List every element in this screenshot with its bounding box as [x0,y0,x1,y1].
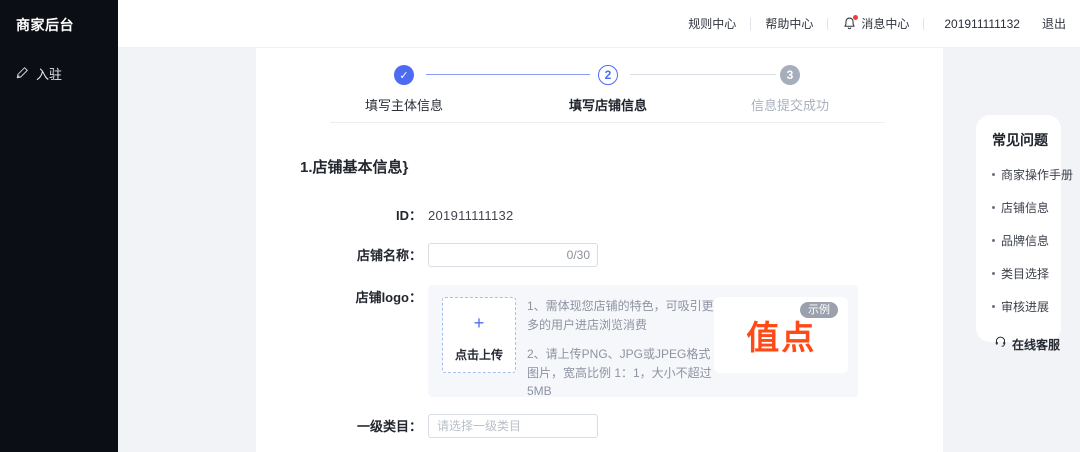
id-value: 201911111132 [428,203,514,229]
form-row-id: ID： 201911111132 [256,203,943,229]
category-input-wrap [428,414,598,438]
nav-separator [923,18,924,30]
headset-icon [994,335,1007,353]
faq-item-category[interactable]: 类目选择 [992,265,1049,282]
faq-title: 常见问题 [992,130,1049,150]
faq-item-label: 店铺信息 [1001,199,1049,216]
content-column: 规则中心 帮助中心 消息中心 201911111132 退出 ✓ [118,0,1080,452]
nav-separator [827,18,828,30]
step-3-label: 信息提交成功 [725,95,855,114]
logo-example-card: 值点 示例 [714,297,848,373]
step-2-number: 2 [598,65,618,85]
bullet-dot-icon [992,305,995,308]
left-sidebar: 商家后台 入驻 [0,0,118,452]
section-title: 1.店铺基本信息} [300,156,943,177]
step-2-label: 填写店铺信息 [543,95,673,114]
nav-message-center[interactable]: 消息中心 [842,15,909,32]
pen-icon [16,66,29,82]
logo-tip-2: 2、请上传PNG、JPG或JPEG格式图片，宽高比例 1：1，大小不超过5MB [527,345,714,401]
shop-name-input-wrap: 0/30 [428,243,598,267]
sidebar-item-label: 入驻 [36,64,62,83]
faq-item-label: 品牌信息 [1001,232,1049,249]
shop-info-form: ID： 201911111132 店铺名称： 0/30 店铺logo： [256,203,943,440]
logo-label: 店铺logo： [256,285,422,311]
progress-stepper: ✓ 2 3 填写主体信息 填写店铺信息 信息提交成功 [256,48,943,122]
form-row-category: 一级类目： [256,414,943,440]
category-select-input[interactable] [428,414,598,438]
notification-dot [853,15,858,20]
bullet-dot-icon [992,272,995,275]
bullet-dot-icon [992,206,995,209]
online-service-label: 在线客服 [1012,336,1060,353]
online-service-button[interactable]: 在线客服 [994,335,1049,353]
faq-panel: 常见问题 商家操作手册 店铺信息 品牌信息 类目选择 审核进展 [976,115,1061,342]
sidebar-item-entry[interactable]: 入驻 [0,53,118,94]
form-row-shop-name: 店铺名称： 0/30 [256,243,943,269]
faq-item-shop-info[interactable]: 店铺信息 [992,199,1049,216]
bullet-dot-icon [992,239,995,242]
id-label: ID： [256,203,422,229]
account-id[interactable]: 201911111132 [944,17,1020,31]
step-3-number: 3 [780,65,800,85]
step-1-check-icon: ✓ [394,65,414,85]
nav-rules-center[interactable]: 规则中心 [688,15,736,32]
faq-item-label: 审核进展 [1001,298,1049,315]
upload-button[interactable]: + 点击上传 [442,297,516,373]
nav-separator [750,18,751,30]
logo-tip-1: 1、需体现您店铺的特色，可吸引更多的用户进店浏览消费 [527,297,714,334]
nav-message-center-label: 消息中心 [861,15,909,32]
step-connector-pending [630,74,776,75]
form-row-logo: 店铺logo： + 点击上传 1、需体现您店铺的特色，可吸引更多的用户进店浏览消… [256,285,943,397]
faq-item-brand-info[interactable]: 品牌信息 [992,232,1049,249]
bullet-dot-icon [992,173,995,176]
nav-help-center[interactable]: 帮助中心 [765,15,813,32]
char-counter: 0/30 [567,243,590,267]
page-background: ✓ 2 3 填写主体信息 填写店铺信息 信息提交成功 1.店铺基本信息} ID：… [118,48,1080,452]
logout-link[interactable]: 退出 [1042,15,1066,32]
main-form-card: ✓ 2 3 填写主体信息 填写店铺信息 信息提交成功 1.店铺基本信息} ID：… [256,48,943,452]
logo-upload-panel: + 点击上传 1、需体现您店铺的特色，可吸引更多的用户进店浏览消费 2、请上传P… [428,285,858,397]
example-brand-logo: 值点 [746,311,816,359]
top-bar: 规则中心 帮助中心 消息中心 201911111132 退出 [118,0,1080,48]
faq-item-label: 商家操作手册 [1001,166,1073,183]
bell-icon [842,16,857,31]
faq-item-manual[interactable]: 商家操作手册 [992,166,1049,183]
step-1-label: 填写主体信息 [339,95,469,114]
faq-item-label: 类目选择 [1001,265,1049,282]
category-label: 一级类目： [256,414,422,440]
app-brand: 商家后台 [0,0,118,45]
shop-name-label: 店铺名称： [256,243,422,269]
logo-instructions: 1、需体现您店铺的特色，可吸引更多的用户进店浏览消费 2、请上传PNG、JPG或… [527,297,714,385]
plus-icon: + [474,314,485,332]
upload-label: 点击上传 [455,346,503,363]
example-badge: 示例 [800,302,838,318]
faq-item-review[interactable]: 审核进展 [992,298,1049,315]
step-connector-done [426,74,590,75]
section-divider [330,122,885,123]
